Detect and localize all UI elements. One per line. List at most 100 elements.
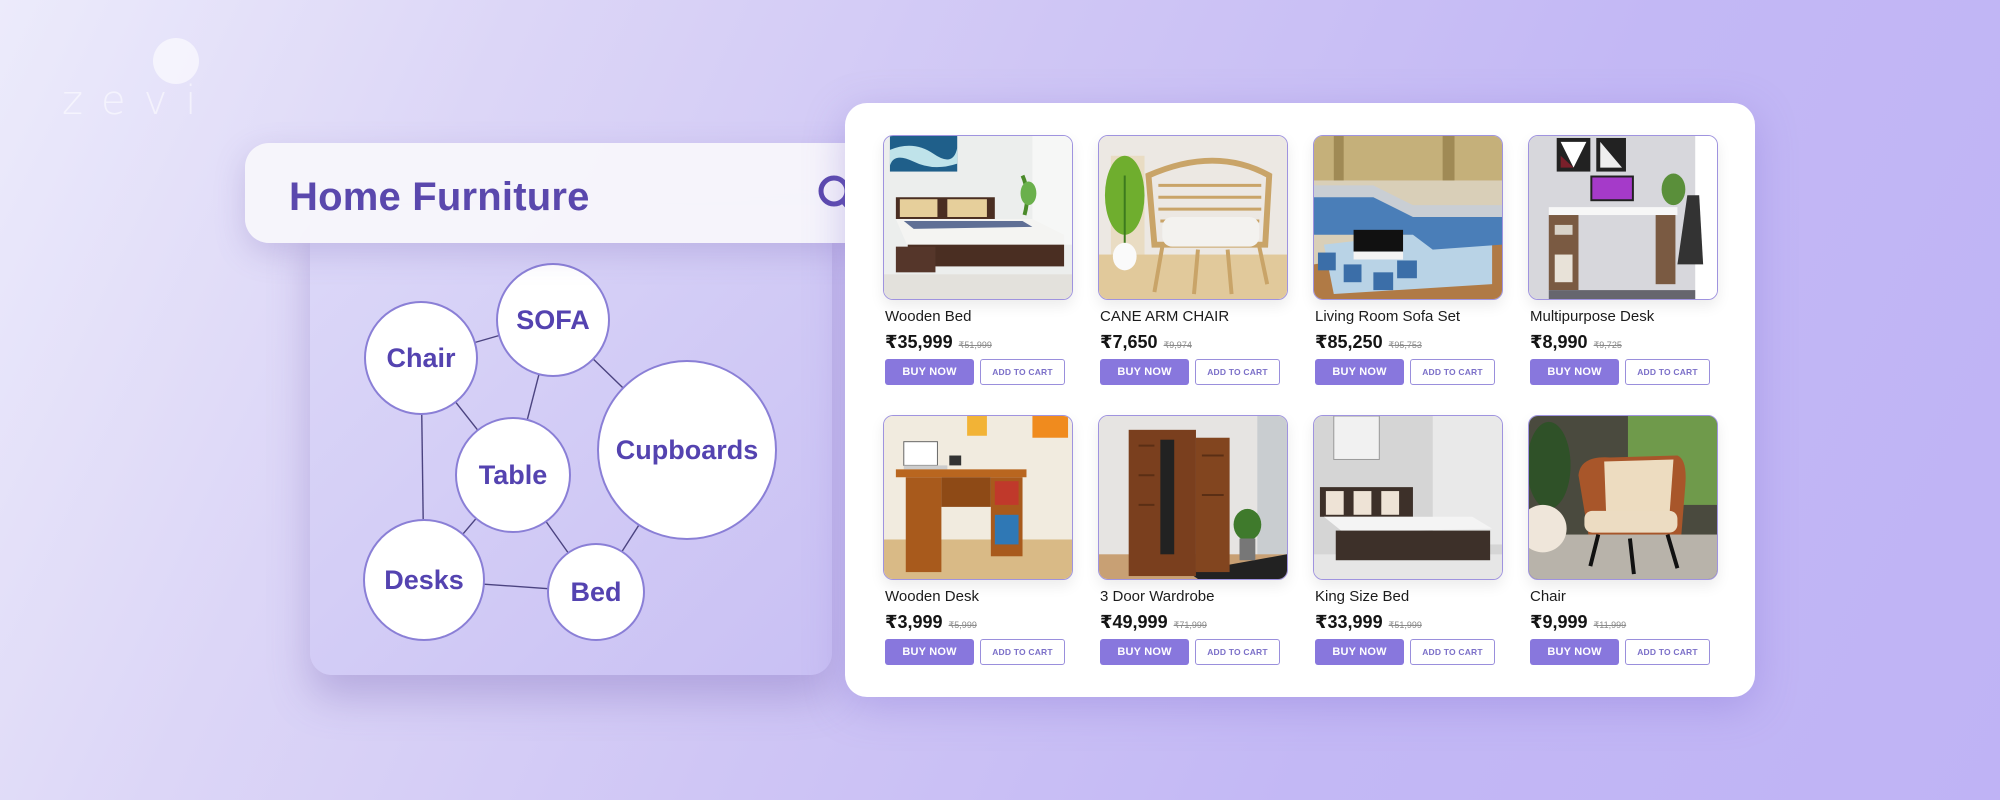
product-actions: BUY NOW ADD TO CART [1530,639,1720,665]
product-title[interactable]: 3 Door Wardrobe [1100,588,1290,608]
product-title[interactable]: Wooden Bed [885,308,1075,328]
product-title[interactable]: King Size Bed [1315,588,1505,608]
product-actions: BUY NOW ADD TO CART [1315,639,1505,665]
product-card[interactable]: 3 Door Wardrobe ₹49,999 ₹71,999 BUY NOW … [1098,415,1290,665]
search-input[interactable]: Home Furniture [289,167,590,220]
category-bubble-chair[interactable]: Chair [364,301,478,415]
price-row: ₹33,999 ₹51,999 [1315,612,1505,633]
product-price: ₹33,999 [1315,612,1383,632]
add-to-cart-button[interactable]: ADD TO CART [1195,639,1280,665]
product-original-price: ₹9,725 [1593,340,1622,350]
graph-edge-sofa-table [526,374,540,420]
buy-now-button[interactable]: BUY NOW [885,639,974,665]
bubble-label: Table [479,460,548,490]
product-price: ₹35,999 [885,332,953,352]
product-price: ₹8,990 [1530,332,1588,352]
category-bubble-desks[interactable]: Desks [363,519,485,641]
graph-edge-chair-sofa [474,334,500,344]
buy-now-button[interactable]: BUY NOW [1530,639,1619,665]
search-bar[interactable]: Home Furniture [245,143,897,243]
graph-edge-cupboards-bed [621,524,640,552]
add-to-cart-button[interactable]: ADD TO CART [1625,359,1710,385]
buy-now-button[interactable]: BUY NOW [1100,359,1189,385]
add-to-cart-button[interactable]: ADD TO CART [980,639,1065,665]
graph-edge-desks-bed [483,583,549,590]
wardrobe-image[interactable] [1098,415,1288,580]
buy-now-button[interactable]: BUY NOW [1315,639,1404,665]
product-card[interactable]: Multipurpose Desk ₹8,990 ₹9,725 BUY NOW … [1528,135,1720,385]
price-row: ₹8,990 ₹9,725 [1530,332,1720,353]
product-original-price: ₹51,999 [1388,620,1422,630]
add-to-cart-button[interactable]: ADD TO CART [980,359,1065,385]
bubble-label: Desks [384,565,464,595]
product-card[interactable]: King Size Bed ₹33,999 ₹51,999 BUY NOW AD… [1313,415,1505,665]
category-bubble-bed[interactable]: Bed [547,543,645,641]
product-original-price: ₹5,999 [948,620,977,630]
wooden-bed-image[interactable] [883,135,1073,300]
product-price: ₹49,999 [1100,612,1168,632]
product-actions: BUY NOW ADD TO CART [1100,639,1290,665]
graph-edge-chair-table [455,401,479,431]
cane-arm-chair-image[interactable] [1098,135,1288,300]
add-to-cart-button[interactable]: ADD TO CART [1195,359,1280,385]
graph-edge-chair-desks [421,413,424,521]
multipurpose-desk-image[interactable] [1528,135,1718,300]
product-actions: BUY NOW ADD TO CART [1100,359,1290,385]
product-actions: BUY NOW ADD TO CART [1315,359,1505,385]
product-results-panel: Wooden Bed ₹35,999 ₹51,999 BUY NOW ADD T… [845,103,1755,697]
product-card[interactable]: Living Room Sofa Set ₹85,250 ₹95,753 BUY… [1313,135,1505,385]
price-row: ₹3,999 ₹5,999 [885,612,1075,633]
price-row: ₹35,999 ₹51,999 [885,332,1075,353]
lounge-chair-image[interactable] [1528,415,1718,580]
product-original-price: ₹9,974 [1163,340,1192,350]
price-row: ₹49,999 ₹71,999 [1100,612,1290,633]
product-title[interactable]: Wooden Desk [885,588,1075,608]
sofa-set-image[interactable] [1313,135,1503,300]
product-price: ₹9,999 [1530,612,1588,632]
add-to-cart-button[interactable]: ADD TO CART [1625,639,1710,665]
product-original-price: ₹11,999 [1593,620,1627,630]
product-actions: BUY NOW ADD TO CART [885,639,1075,665]
buy-now-button[interactable]: BUY NOW [1315,359,1404,385]
category-graph-panel: Chair SOFA Table Cupboards Desks Bed [310,205,832,675]
bubble-label: SOFA [516,305,590,335]
bubble-label: Bed [570,577,621,607]
product-original-price: ₹51,999 [958,340,992,350]
product-title[interactable]: CANE ARM CHAIR [1100,308,1290,328]
product-title[interactable]: Living Room Sofa Set [1315,308,1505,328]
product-title[interactable]: Chair [1530,588,1720,608]
brand-logo: zevi [60,38,220,124]
product-actions: BUY NOW ADD TO CART [1530,359,1720,385]
product-card[interactable]: CANE ARM CHAIR ₹7,650 ₹9,974 BUY NOW ADD… [1098,135,1290,385]
product-original-price: ₹71,999 [1173,620,1207,630]
bubble-label: Chair [386,343,456,373]
buy-now-button[interactable]: BUY NOW [1530,359,1619,385]
category-graph: Chair SOFA Table Cupboards Desks Bed [363,263,777,641]
bubble-label: Cupboards [616,435,759,465]
product-price: ₹7,650 [1100,332,1158,352]
add-to-cart-button[interactable]: ADD TO CART [1410,639,1495,665]
product-card[interactable]: Wooden Bed ₹35,999 ₹51,999 BUY NOW ADD T… [883,135,1075,385]
graph-edge-table-desks [462,518,477,535]
graph-edge-table-bed [545,521,569,554]
price-row: ₹85,250 ₹95,753 [1315,332,1505,353]
add-to-cart-button[interactable]: ADD TO CART [1410,359,1495,385]
logo-text: zevi [62,78,215,124]
category-bubble-cupboards[interactable]: Cupboards [597,360,777,540]
graph-edge-sofa-cupboards [592,358,624,389]
product-price: ₹3,999 [885,612,943,632]
product-original-price: ₹95,753 [1388,340,1422,350]
price-row: ₹7,650 ₹9,974 [1100,332,1290,353]
product-card[interactable]: Chair ₹9,999 ₹11,999 BUY NOW ADD TO CART [1528,415,1720,665]
product-actions: BUY NOW ADD TO CART [885,359,1075,385]
product-card[interactable]: Wooden Desk ₹3,999 ₹5,999 BUY NOW ADD TO… [883,415,1075,665]
king-size-bed-image[interactable] [1313,415,1503,580]
wooden-desk-image[interactable] [883,415,1073,580]
buy-now-button[interactable]: BUY NOW [885,359,974,385]
category-bubble-sofa[interactable]: SOFA [496,263,610,377]
product-price: ₹85,250 [1315,332,1383,352]
product-title[interactable]: Multipurpose Desk [1530,308,1720,328]
price-row: ₹9,999 ₹11,999 [1530,612,1720,633]
category-bubble-table[interactable]: Table [455,417,571,533]
buy-now-button[interactable]: BUY NOW [1100,639,1189,665]
